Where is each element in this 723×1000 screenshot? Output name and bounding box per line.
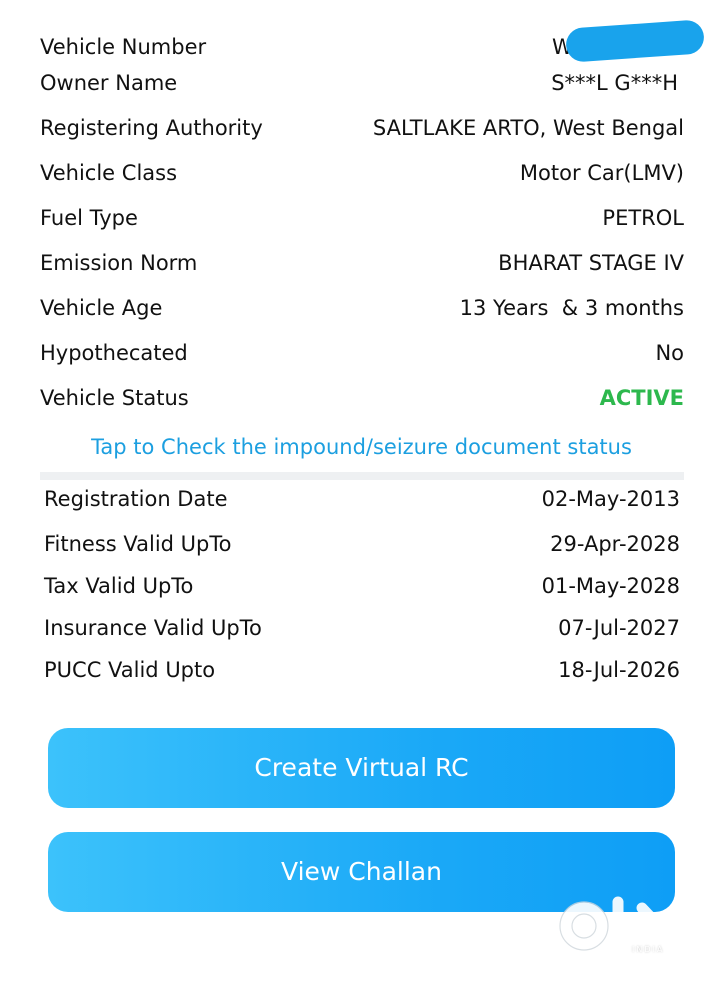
create-virtual-rc-button[interactable]: Create Virtual RC bbox=[48, 728, 675, 808]
row-hypothecated: Hypothecated No bbox=[40, 336, 684, 370]
value-hypothecated: No bbox=[655, 341, 684, 365]
value-vehicle-age: 13 Years & 3 months bbox=[459, 296, 684, 320]
olx-watermark-logo bbox=[559, 896, 682, 951]
row-emission-norm: Emission Norm BHARAT STAGE IV bbox=[40, 246, 684, 280]
value-vehicle-class: Motor Car(LMV) bbox=[519, 161, 684, 185]
row-tax-valid: Tax Valid UpTo 01-May-2028 bbox=[44, 569, 680, 603]
label-vehicle-status: Vehicle Status bbox=[40, 386, 189, 410]
row-fitness-valid: Fitness Valid UpTo 29-Apr-2028 bbox=[44, 527, 680, 561]
label-pucc-valid: PUCC Valid Upto bbox=[44, 658, 216, 682]
label-fitness-valid: Fitness Valid UpTo bbox=[44, 532, 232, 556]
value-registration-date: 02-May-2013 bbox=[541, 487, 680, 511]
impound-status-link[interactable]: Tap to Check the impound/seizure documen… bbox=[0, 430, 723, 464]
value-registering-authority: SALTLAKE ARTO, West Bengal bbox=[372, 116, 684, 140]
label-vehicle-age: Vehicle Age bbox=[40, 296, 163, 320]
row-owner-name: Owner Name S***L G***H bbox=[40, 66, 684, 100]
value-fitness-valid: 29-Apr-2028 bbox=[550, 532, 680, 556]
row-vehicle-class: Vehicle Class Motor Car(LMV) bbox=[40, 156, 684, 190]
label-fuel-type: Fuel Type bbox=[40, 206, 138, 230]
row-fuel-type: Fuel Type PETROL bbox=[40, 201, 684, 235]
value-fuel-type: PETROL bbox=[602, 206, 684, 230]
label-owner-name: Owner Name bbox=[40, 71, 178, 95]
label-hypothecated: Hypothecated bbox=[40, 341, 188, 365]
row-insurance-valid: Insurance Valid UpTo 07-Jul-2027 bbox=[44, 611, 680, 645]
row-vehicle-age: Vehicle Age 13 Years & 3 months bbox=[40, 291, 684, 325]
watermark-sub-text: INDIA bbox=[632, 945, 665, 954]
redaction-mark bbox=[564, 19, 706, 63]
value-insurance-valid: 07-Jul-2027 bbox=[558, 616, 680, 640]
label-registering-authority: Registering Authority bbox=[40, 116, 263, 140]
status-badge: ACTIVE bbox=[599, 386, 684, 410]
label-emission-norm: Emission Norm bbox=[40, 251, 198, 275]
value-owner-name: S***L G***H bbox=[551, 71, 678, 95]
label-vehicle-class: Vehicle Class bbox=[40, 161, 178, 185]
vehicle-details-card: Vehicle Number W Owner Name S***L G***H … bbox=[0, 0, 723, 1000]
label-registration-date: Registration Date bbox=[44, 487, 228, 511]
section-divider bbox=[40, 472, 684, 480]
row-registration-date: Registration Date 02-May-2013 bbox=[44, 482, 680, 516]
value-pucc-valid: 18-Jul-2026 bbox=[558, 658, 680, 682]
label-vehicle-number: Vehicle Number bbox=[40, 35, 207, 59]
row-vehicle-status: Vehicle Status ACTIVE bbox=[40, 381, 684, 415]
value-emission-norm: BHARAT STAGE IV bbox=[498, 251, 684, 275]
value-tax-valid: 01-May-2028 bbox=[541, 574, 680, 598]
label-insurance-valid: Insurance Valid UpTo bbox=[44, 616, 262, 640]
row-pucc-valid: PUCC Valid Upto 18-Jul-2026 bbox=[44, 653, 680, 687]
label-tax-valid: Tax Valid UpTo bbox=[44, 574, 194, 598]
row-registering-authority: Registering Authority SALTLAKE ARTO, Wes… bbox=[40, 111, 684, 145]
